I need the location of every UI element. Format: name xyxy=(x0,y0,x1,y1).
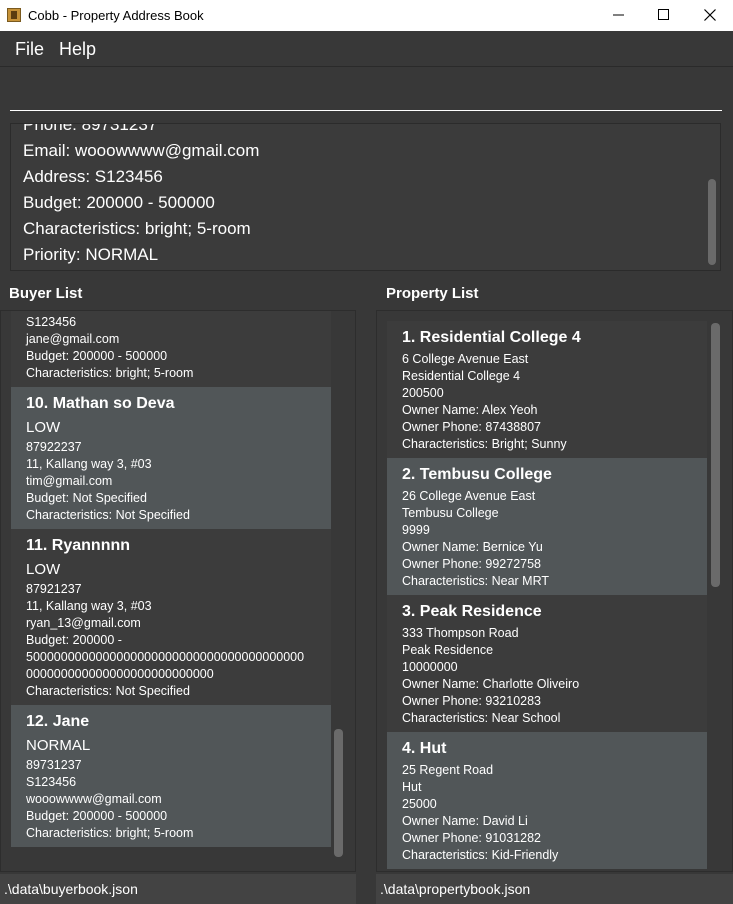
property-list: 1. Residential College 4 6 College Avenue… xyxy=(387,321,707,869)
status-bar: .\data\buyerbook.json .\data\propertyboo… xyxy=(0,874,733,904)
app-icon xyxy=(7,8,21,22)
buyer-card-field: Budget: 200000 - 500000 xyxy=(26,809,168,823)
result-display[interactable]: Phone: 89731237 Email: wooowwww@gmail.com… xyxy=(10,123,721,271)
maximize-button[interactable] xyxy=(641,0,687,31)
buyer-card[interactable]: 10. Mathan so Deva LOW 87922237 11, Kallang… xyxy=(11,387,331,529)
buyer-card-field: S123456 xyxy=(26,775,77,789)
buyer-card-priority: NORMAL xyxy=(26,737,91,754)
result-line: Phone: 89731237 xyxy=(23,123,158,134)
buyer-card-field: 11, Kallang way 3, #03 xyxy=(26,599,152,613)
buyer-card-field: Budget: 200000 - xyxy=(26,633,122,647)
buyer-card-priority: LOW xyxy=(26,419,61,436)
minimize-icon xyxy=(613,14,624,16)
property-card-field: Owner Phone: 99272758 xyxy=(402,557,541,571)
result-line: Email: wooowwww@gmail.com xyxy=(23,141,260,160)
buyer-card-name: 10. Mathan so Deva xyxy=(26,395,175,412)
buyer-file-path: .\data\buyerbook.json xyxy=(0,874,356,904)
property-card-field: 333 Thompson Road xyxy=(402,626,519,640)
property-card-field: 9999 xyxy=(402,523,430,537)
command-area xyxy=(0,67,733,117)
property-card-name: 3. Peak Residence xyxy=(402,603,542,620)
property-card-field: Owner Phone: 87438807 xyxy=(402,420,541,434)
result-text: Phone: 89731237 Email: wooowwww@gmail.com… xyxy=(23,123,260,268)
buyer-card-field: ryan_13@gmail.com xyxy=(26,616,141,630)
window-title: Cobb - Property Address Book xyxy=(28,8,204,23)
menu-file[interactable]: File xyxy=(15,39,44,60)
result-line: Address: S123456 xyxy=(23,167,163,186)
property-card-field: Owner Name: Bernice Yu xyxy=(402,540,543,554)
property-card-field: Owner Name: David Li xyxy=(402,814,528,828)
buyer-card-field: S123456 xyxy=(26,315,77,329)
property-card-field: Tembusu College xyxy=(402,506,499,520)
buyer-card-field: 89731237 xyxy=(26,758,82,772)
property-card-field: Hut xyxy=(402,780,422,794)
buyer-card-field: 000000000000000000000000000 xyxy=(26,667,214,681)
buyer-card[interactable]: 12. Jane NORMAL 89731237 S123456 wooowwww@gm… xyxy=(11,705,331,847)
buyer-card-field: wooowwww@gmail.com xyxy=(26,792,162,806)
buyer-card-name: 12. Jane xyxy=(26,713,90,730)
property-card-field: Owner Phone: 93210283 xyxy=(402,694,541,708)
buyer-card-field: 5000000000000000000000000000000000000000 xyxy=(26,650,305,664)
result-line: Characteristics: bright; 5-room xyxy=(23,219,251,238)
buyer-card-field: Budget: Not Specified xyxy=(26,491,147,505)
buyer-list: 89991237S123456jane@gmail.comBudget: 200… xyxy=(11,311,331,847)
property-card-field: Characteristics: Near MRT xyxy=(402,574,550,588)
maximize-icon xyxy=(658,9,669,20)
result-line: Priority: NORMAL xyxy=(23,245,159,264)
buyer-card-field: Budget: 200000 - 500000 xyxy=(26,349,168,363)
property-card-field: 200500 xyxy=(402,386,444,400)
property-card-field: Characteristics: Bright; Sunny xyxy=(402,437,567,451)
property-card[interactable]: 1. Residential College 4 6 College Avenue… xyxy=(387,321,707,458)
close-icon xyxy=(704,9,716,21)
property-card-field: Peak Residence xyxy=(402,643,494,657)
property-card[interactable]: 2. Tembusu College 26 College Avenue East… xyxy=(387,458,707,595)
buyer-card-field: jane@gmail.com xyxy=(26,332,120,346)
property-card-field: Residential College 4 xyxy=(402,369,521,383)
property-card[interactable]: 3. Peak Residence 333 Thompson Road Peak R… xyxy=(387,595,707,732)
buyer-list-scrollbar[interactable] xyxy=(334,729,343,857)
buyer-card-name: 11. Ryannnnn xyxy=(26,537,131,554)
buyer-list-label: Buyer List xyxy=(9,285,83,302)
property-card-field: 26 College Avenue East xyxy=(402,489,536,503)
buyer-card[interactable]: 11. Ryannnnn LOW 87921237 11, Kallang way 3… xyxy=(11,529,331,705)
buyer-card-field: Characteristics: Not Specified xyxy=(26,508,190,522)
property-card-field: Characteristics: Near School xyxy=(402,711,561,725)
buyer-card-field: 87922237 xyxy=(26,440,82,454)
buyer-card-field: 11, Kallang way 3, #03 xyxy=(26,457,152,471)
title-bar: Cobb - Property Address Book xyxy=(0,0,733,32)
command-input[interactable] xyxy=(10,79,722,111)
property-list-panel[interactable]: 1. Residential College 4 6 College Avenue… xyxy=(376,310,733,872)
buyer-card-priority: LOW xyxy=(26,561,61,578)
menu-help[interactable]: Help xyxy=(59,39,96,60)
property-list-scrollbar[interactable] xyxy=(711,323,720,587)
buyer-card-field: Characteristics: Not Specified xyxy=(26,684,190,698)
minimize-button[interactable] xyxy=(596,0,642,31)
buyer-card-field: Characteristics: bright; 5-room xyxy=(26,826,194,840)
result-line: Budget: 200000 - 500000 xyxy=(23,193,215,212)
property-card[interactable]: 4. Hut 25 Regent Road Hut 25000 Owner Name: … xyxy=(387,732,707,869)
property-card-field: Characteristics: Kid-Friendly xyxy=(402,848,559,862)
buyer-card-field: 87921237 xyxy=(26,582,82,596)
property-card-field: Owner Phone: 91031282 xyxy=(402,831,541,845)
property-card-field: 6 College Avenue East xyxy=(402,352,529,366)
buyer-list-panel[interactable]: 89991237S123456jane@gmail.comBudget: 200… xyxy=(0,310,356,872)
property-list-label: Property List xyxy=(386,285,479,302)
property-card-name: 2. Tembusu College xyxy=(402,466,552,483)
property-card-name: 4. Hut xyxy=(402,740,447,757)
buyer-card-field: tim@gmail.com xyxy=(26,474,113,488)
menu-bar: File Help xyxy=(0,31,733,67)
property-card-field: Owner Name: Alex Yeoh xyxy=(402,403,538,417)
property-card-name: 1. Residential College 4 xyxy=(402,329,581,346)
close-button[interactable] xyxy=(687,0,733,31)
property-card-field: 10000000 xyxy=(402,660,458,674)
property-card-field: 25000 xyxy=(402,797,437,811)
property-card-field: Owner Name: Charlotte Oliveiro xyxy=(402,677,580,691)
result-scrollbar[interactable] xyxy=(708,179,716,265)
property-card-field: 25 Regent Road xyxy=(402,763,494,777)
property-file-path: .\data\propertybook.json xyxy=(376,874,733,904)
buyer-card[interactable]: 89991237S123456jane@gmail.comBudget: 200… xyxy=(11,311,331,387)
buyer-card-field: Characteristics: bright; 5-room xyxy=(26,366,194,380)
